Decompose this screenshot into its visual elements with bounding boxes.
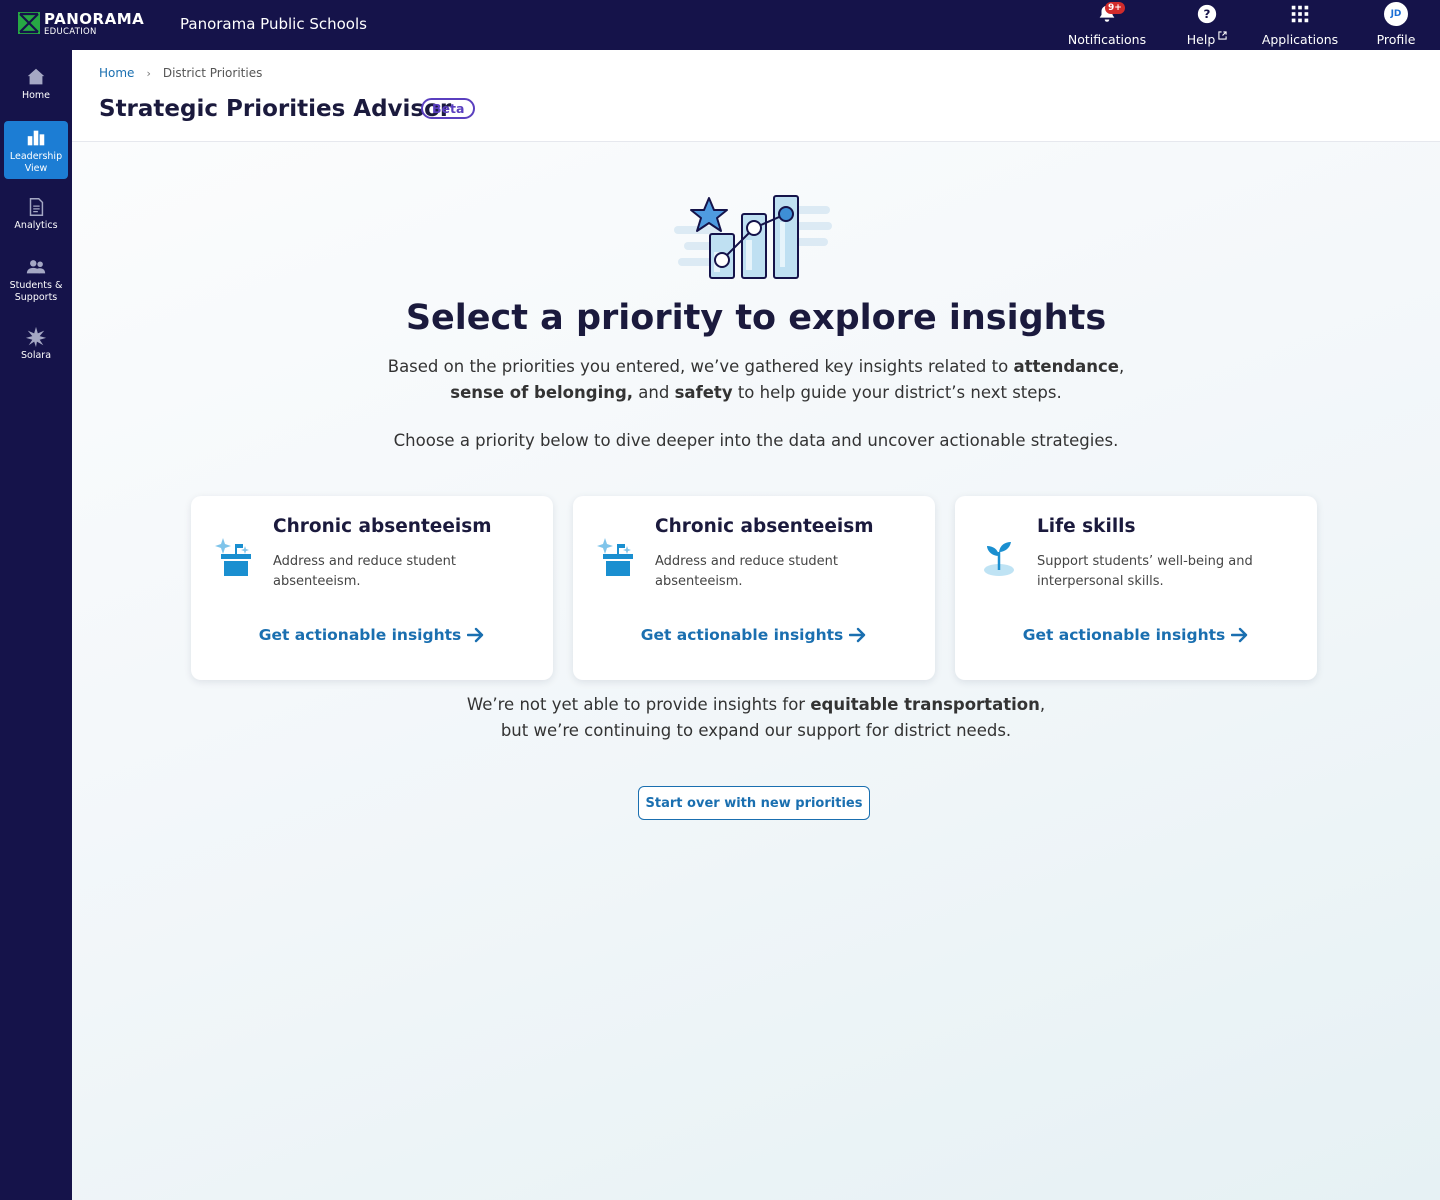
get-insights-link[interactable]: Get actionable insights xyxy=(191,626,553,644)
arrow-right-icon xyxy=(849,627,866,643)
external-link-icon xyxy=(1218,31,1227,40)
breadcrumb-current: District Priorities xyxy=(162,66,263,80)
svg-text:?: ? xyxy=(1204,7,1211,21)
starburst-icon xyxy=(25,326,47,348)
priority-cards: Chronic absenteeism Address and reduce s… xyxy=(191,496,1317,680)
hero-instruction: Choose a priority below to dive deeper i… xyxy=(393,431,1119,450)
house-icon xyxy=(27,68,45,85)
profile-label: Profile xyxy=(1376,32,1416,47)
breadcrumb-home-link[interactable]: Home xyxy=(99,66,134,80)
card-description: Address and reduce student absenteeism. xyxy=(273,554,457,589)
page-title: Strategic Priorities Advisor xyxy=(99,96,452,122)
card-title: Chronic absenteeism xyxy=(273,516,492,537)
arrow-right-icon xyxy=(467,627,484,643)
card-title: Life skills xyxy=(1037,516,1136,537)
bar-chart-icon xyxy=(27,130,45,146)
page-header: Home › District Priorities Strategic Pri… xyxy=(72,50,1440,142)
notifications-label: Notifications xyxy=(1067,32,1147,47)
help-circle-icon: ? xyxy=(1197,4,1217,24)
grid-icon xyxy=(1291,5,1309,23)
arrow-right-icon xyxy=(1231,627,1248,643)
priority-card-chronic-absenteeism: Chronic absenteeism Address and reduce s… xyxy=(191,496,553,680)
card-description: Address and reduce student absenteeism. xyxy=(655,554,839,589)
card-title: Chronic absenteeism xyxy=(655,516,874,537)
sidebar-item-label: Leadership View xyxy=(9,151,63,174)
panorama-logo[interactable]: PANORAMA EDUCATION xyxy=(18,12,144,37)
notification-badge: 9+ xyxy=(1105,2,1125,14)
card-description: Support students’ well-being and interpe… xyxy=(1037,554,1253,589)
sidebar-item-students-supports[interactable]: Students & Supports xyxy=(4,256,68,310)
priority-card-chronic-absenteeism-2: Chronic absenteeism Address and reduce s… xyxy=(573,496,935,680)
panorama-logo-icon xyxy=(18,12,40,34)
get-insights-link[interactable]: Get actionable insights xyxy=(955,626,1317,644)
priority-card-life-skills: Life skills Support students’ well-being… xyxy=(955,496,1317,680)
avatar: JD xyxy=(1384,2,1408,26)
sparkle-box-icon xyxy=(215,538,251,576)
breadcrumb-separator: › xyxy=(146,66,151,80)
applications-button[interactable]: Applications xyxy=(1250,0,1350,50)
profile-button[interactable]: JD Profile xyxy=(1358,0,1434,50)
document-icon xyxy=(29,198,44,216)
sidebar-item-home[interactable]: Home xyxy=(4,66,68,108)
sidebar: Home Leadership View Analytics Students … xyxy=(0,50,72,1200)
unsupported-priority-note: We’re not yet able to provide insights f… xyxy=(466,695,1046,740)
sidebar-item-analytics[interactable]: Analytics xyxy=(4,196,68,238)
sidebar-item-label: Students & Supports xyxy=(9,280,63,303)
sidebar-item-label: Home xyxy=(21,90,51,101)
start-over-button[interactable]: Start over with new priorities xyxy=(638,786,870,820)
notifications-button[interactable]: 9+ Notifications xyxy=(1062,0,1152,50)
applications-label: Applications xyxy=(1261,32,1339,47)
help-label: Help xyxy=(1174,31,1240,47)
sidebar-item-label: Solara xyxy=(20,350,52,361)
people-icon xyxy=(26,260,46,274)
sprout-icon xyxy=(984,542,1014,576)
breadcrumb: Home › District Priorities xyxy=(99,66,262,80)
get-insights-link[interactable]: Get actionable insights xyxy=(573,626,935,644)
district-name: Panorama Public Schools xyxy=(180,15,367,33)
sidebar-item-label: Analytics xyxy=(14,220,58,231)
beta-badge: Beta xyxy=(421,98,476,119)
help-button[interactable]: ? Help xyxy=(1174,0,1240,50)
hero-headline: Select a priority to explore insights xyxy=(405,298,1107,338)
insights-chart-illustration xyxy=(674,195,832,279)
main-content: Select a priority to explore insights Ba… xyxy=(72,142,1440,1200)
sparkle-box-icon xyxy=(597,538,633,576)
hero-intro: Based on the priorities you entered, we’… xyxy=(387,357,1125,402)
top-bar: PANORAMA EDUCATION Panorama Public Schoo… xyxy=(0,0,1440,50)
logo-name: PANORAMA xyxy=(44,10,145,28)
sidebar-item-leadership-view[interactable]: Leadership View xyxy=(4,121,68,179)
logo-sub: EDUCATION xyxy=(44,27,97,37)
sidebar-item-solara[interactable]: Solara xyxy=(4,326,68,368)
